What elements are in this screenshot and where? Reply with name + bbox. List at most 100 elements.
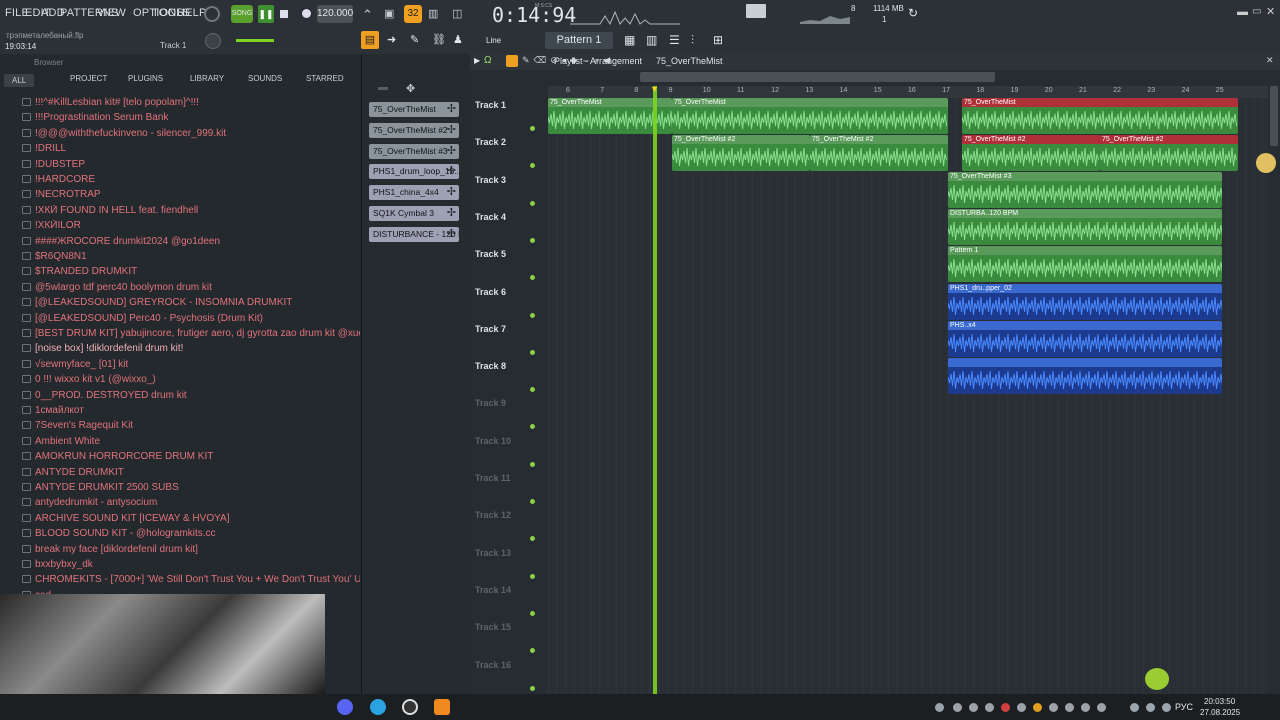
list-item[interactable]: !!!Prograstination Serum Bank <box>22 112 360 123</box>
track-mute-led[interactable] <box>530 200 535 206</box>
playhead[interactable] <box>653 86 657 694</box>
track-name[interactable]: Track 11 <box>475 473 511 483</box>
tempo-display[interactable]: 120.000 <box>317 5 353 23</box>
bar-number[interactable]: 7 <box>600 87 604 94</box>
bar-number[interactable]: 17 <box>942 87 950 94</box>
channel-button[interactable]: 75_OverTheMist #2 ✢ <box>369 122 459 138</box>
add-icon[interactable]: ✢ <box>447 102 456 117</box>
playhead-marker-icon[interactable]: ▼ <box>650 84 659 94</box>
bar-number[interactable]: 18 <box>976 87 984 94</box>
fl-studio-icon[interactable] <box>434 699 450 715</box>
tempo-knob-icon[interactable] <box>204 6 220 22</box>
bar-number[interactable]: 14 <box>840 87 848 94</box>
add-icon[interactable]: ✢ <box>447 123 456 138</box>
audio-clip[interactable]: 75_OverTheMist #3 <box>948 172 1222 208</box>
track-name[interactable]: Track 10 <box>475 436 511 446</box>
track-name[interactable]: Track 14 <box>475 585 511 595</box>
bar-number[interactable]: 24 <box>1182 87 1190 94</box>
restore-icon[interactable]: ▭ <box>1252 6 1261 17</box>
tempo-tapper-icon[interactable]: ⊞ <box>713 33 723 47</box>
browser-tab-library[interactable]: LIBRARY <box>190 74 224 83</box>
audio-clip[interactable]: PHS1_dru..pper_02 <box>948 284 1222 320</box>
snap-select[interactable]: Line <box>486 36 501 45</box>
list-item[interactable]: CHROMEKITS - [7000+] 'We Still Don't Tru… <box>22 574 360 585</box>
tray-icon[interactable] <box>985 703 994 712</box>
add-icon[interactable]: ✢ <box>447 206 456 221</box>
tray-icon[interactable] <box>935 703 944 712</box>
track-mute-led[interactable] <box>530 573 535 579</box>
add-icon[interactable]: ✢ <box>447 144 456 159</box>
list-item[interactable]: [noise box] !diklordefenil drum kit! <box>22 343 360 354</box>
list-item[interactable]: [@LEAKEDSOUND] GREYROCK - INSOMNIA DRUMK… <box>22 297 360 308</box>
list-item[interactable]: [@LEAKEDSOUND] Perc40 - Psychosis (Drum … <box>22 313 360 324</box>
vertical-scrollbar[interactable] <box>1270 86 1278 146</box>
bar-number[interactable]: 13 <box>805 87 813 94</box>
track-mute-led[interactable] <box>530 648 535 654</box>
stamp-icon[interactable]: ♟ <box>453 33 463 46</box>
mascot-icon[interactable] <box>1145 668 1169 690</box>
tray-icon[interactable] <box>1097 703 1106 712</box>
list-item[interactable]: !DRILL <box>22 143 360 154</box>
bar-number[interactable]: 11 <box>737 87 744 94</box>
record-icon[interactable] <box>302 9 311 18</box>
track-name[interactable]: Track 7 <box>475 324 506 334</box>
wait-icon[interactable]: ▣ <box>384 7 394 20</box>
bar-number[interactable]: 6 <box>566 87 570 94</box>
list-item[interactable]: ####ЖROCORE drumkit2024 @go1deen <box>22 236 360 247</box>
track-mute-led[interactable] <box>530 237 535 243</box>
track-name[interactable]: Track 3 <box>475 175 506 185</box>
tray-icon[interactable] <box>953 703 962 712</box>
refresh-icon[interactable]: ↻ <box>908 6 918 20</box>
bar-number[interactable]: 10 <box>703 87 711 94</box>
track-name[interactable]: Track 16 <box>475 660 511 670</box>
song-mode-button[interactable]: SONG <box>231 5 253 23</box>
track-name[interactable]: Track 6 <box>475 287 506 297</box>
list-item[interactable]: 0__PROD. DESTROYED drum kit <box>22 390 360 401</box>
list-item[interactable]: !@@@withthefuckinveno - silencer_999.kit <box>22 128 360 139</box>
discord-icon[interactable] <box>337 699 353 715</box>
list-item[interactable]: !ХКЙ FOUND IN HELL feat. fiendhell <box>22 205 360 216</box>
taskbar-clock[interactable]: 20:03:50 <box>1204 697 1235 706</box>
track-mute-led[interactable] <box>530 387 535 393</box>
tray-icon[interactable] <box>1065 703 1074 712</box>
tray-icon[interactable] <box>1049 703 1058 712</box>
pattern-clip[interactable]: Pattern 1 <box>948 246 1222 282</box>
audio-clip[interactable]: 75_OverTheMist <box>672 98 948 134</box>
magnet-icon[interactable]: Ω <box>484 55 491 66</box>
channel-button[interactable]: SQ1K Cymbal 3 ✢ <box>369 206 459 221</box>
list-item[interactable]: ARCHIVE SOUND KIT [ICEWAY & HVOYA] <box>22 513 360 524</box>
track-mute-led[interactable] <box>530 126 535 131</box>
list-item[interactable]: !!!^#KillLesbian kit# [telo popolam]^!!! <box>22 97 360 108</box>
browser-tab-project[interactable]: PROJECT <box>70 74 107 83</box>
list-item[interactable]: ANTYDE DRUMKIT <box>22 467 360 478</box>
taskbar-date[interactable]: 27.08.2025 <box>1200 708 1240 717</box>
track-mute-led[interactable] <box>530 312 535 318</box>
list-item[interactable]: break my face [diklordefenil drum kit] <box>22 544 360 555</box>
piano-roll-icon[interactable]: ▦ <box>624 33 635 47</box>
menu-help[interactable]: HELP <box>177 7 207 19</box>
browser-tab-sounds[interactable]: SOUNDS <box>248 74 282 83</box>
close-icon[interactable]: ✕ <box>1266 5 1275 18</box>
blend-icon[interactable]: ▥ <box>428 7 438 20</box>
bar-number[interactable]: 23 <box>1147 87 1155 94</box>
tray-icon[interactable] <box>1081 703 1090 712</box>
channel-rack-icon[interactable]: ▥ <box>646 33 657 47</box>
track-name[interactable]: Track 8 <box>475 361 506 371</box>
list-item[interactable]: 7Seven's Ragequit Kit <box>22 420 360 431</box>
browser-tab-all[interactable]: ALL <box>4 74 35 87</box>
track-name[interactable]: Track 13 <box>475 548 511 558</box>
browser-tab-plugins[interactable]: PLUGINS <box>128 74 163 83</box>
add-icon[interactable]: ✢ <box>447 164 456 179</box>
audio-clip[interactable]: 75_OverTheMist #2 <box>962 135 1100 171</box>
pattern-length-button[interactable]: 32 <box>404 5 422 23</box>
playlist-close-icon[interactable]: ✕ <box>1266 55 1274 66</box>
channel-button[interactable]: PHS1_china_4x4 ✢ <box>369 185 459 201</box>
channel-button[interactable]: 75_OverTheMist ✢ <box>369 102 459 117</box>
stop-icon[interactable] <box>280 10 288 18</box>
link-icon[interactable]: ⛓ <box>432 33 446 46</box>
panel-toggle-icon[interactable] <box>746 4 766 18</box>
bar-number[interactable]: 12 <box>771 87 779 94</box>
wifi-icon[interactable] <box>1130 703 1139 712</box>
track-mute-led[interactable] <box>530 461 535 467</box>
bar-number[interactable]: 9 <box>669 87 673 94</box>
